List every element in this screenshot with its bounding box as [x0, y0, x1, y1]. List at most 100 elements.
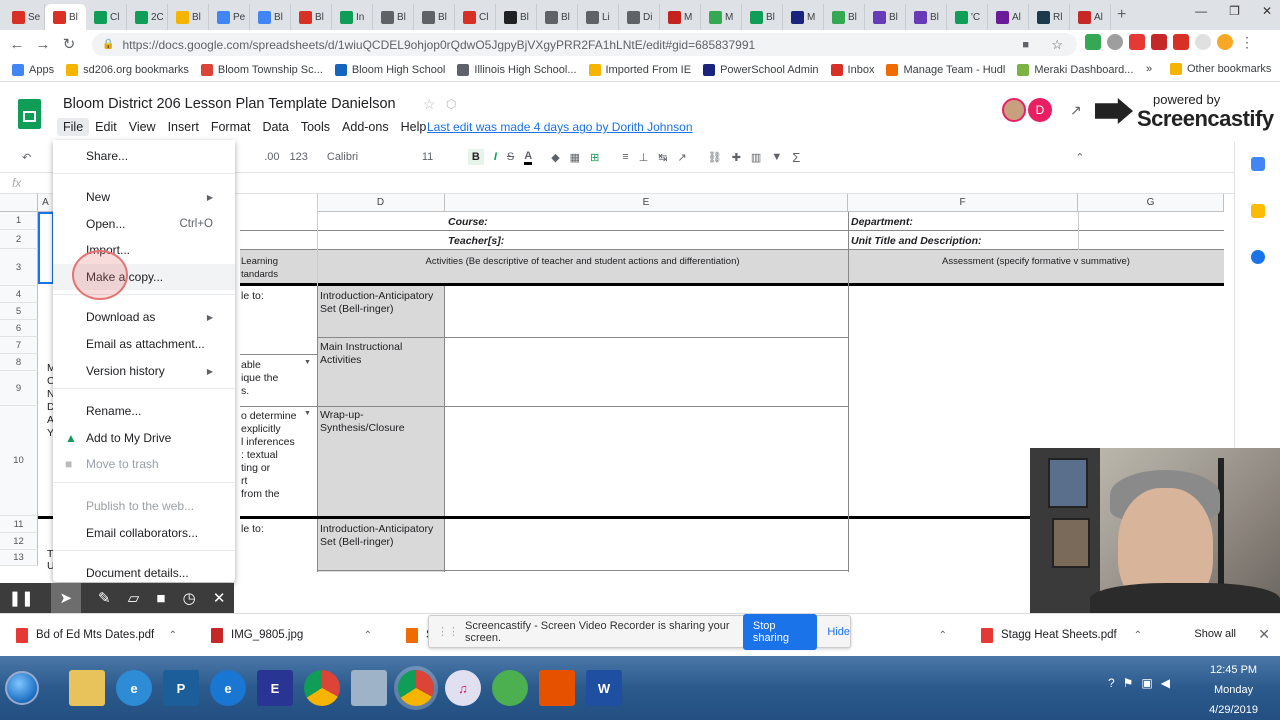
browser-tab[interactable]: Se: [4, 4, 45, 30]
row-header[interactable]: 4: [0, 286, 38, 303]
row-header[interactable]: 8: [0, 354, 38, 371]
browser-tab[interactable]: Bl: [373, 4, 414, 30]
cell-partial[interactable]: from the: [238, 486, 283, 503]
menu-item-new[interactable]: New ▶: [53, 184, 235, 210]
avatar[interactable]: D: [1028, 98, 1052, 122]
cell-intro-1[interactable]: Introduction-Anticipatory Set (Bell-ring…: [317, 288, 445, 318]
cell-partial[interactable]: le to:: [238, 521, 267, 538]
pause-icon[interactable]: ❚❚: [9, 589, 34, 607]
close-window-icon[interactable]: ✕: [1262, 4, 1272, 18]
row-header[interactable]: 1: [0, 212, 38, 230]
browser-tab[interactable]: Bl: [865, 4, 906, 30]
fill-color-icon[interactable]: ◆: [551, 151, 559, 164]
itunes-icon[interactable]: ♫: [445, 670, 481, 706]
cell-department-label[interactable]: Department:: [848, 214, 916, 231]
menu-dots-icon[interactable]: ⋮: [1239, 34, 1255, 50]
system-clock[interactable]: 12:45 PM Monday 4/29/2019: [1209, 660, 1258, 720]
cell-partial[interactable]: s.: [238, 383, 252, 400]
hide-button[interactable]: Hide: [827, 626, 850, 638]
cell-assessment-header[interactable]: Assessment (specify formative v summativ…: [852, 253, 1220, 270]
download-item[interactable]: Stagg Heat Sheets.pdf ⌃: [965, 627, 1160, 643]
show-all-button[interactable]: Show all: [1194, 628, 1236, 640]
browser-tab[interactable]: Bl: [496, 4, 537, 30]
calendar-icon[interactable]: [1251, 157, 1265, 171]
browser-tab[interactable]: Cl: [86, 4, 127, 30]
menu-insert[interactable]: Insert: [162, 118, 205, 136]
edge-icon[interactable]: e: [210, 670, 246, 706]
row-header[interactable]: 12: [0, 533, 38, 550]
row-header[interactable]: 9: [0, 371, 38, 406]
browser-tab[interactable]: Bl: [291, 4, 332, 30]
menu-edit[interactable]: Edit: [89, 118, 123, 136]
more-bookmarks-icon[interactable]: »: [1146, 63, 1152, 75]
row-header[interactable]: 2: [0, 230, 38, 249]
network-icon[interactable]: ▣: [1141, 676, 1152, 690]
strikethrough-button[interactable]: S: [507, 151, 514, 163]
camera-icon[interactable]: ■: [1022, 39, 1029, 51]
row-header[interactable]: 10: [0, 406, 38, 516]
last-edit-link[interactable]: Last edit was made 4 days ago by Dorith …: [427, 120, 693, 134]
bold-button[interactable]: B: [467, 149, 484, 165]
help-icon[interactable]: ?: [1108, 676, 1115, 690]
chrome-active-icon[interactable]: [398, 670, 434, 706]
stop-sharing-button[interactable]: Stop sharing: [742, 613, 818, 650]
browser-tab[interactable]: In: [332, 4, 373, 30]
sheets-logo-icon[interactable]: [18, 99, 41, 129]
menu-item-share[interactable]: Share...: [53, 143, 235, 169]
row-header[interactable]: 7: [0, 337, 38, 354]
collapse-menu-icon[interactable]: ⌃: [1075, 151, 1084, 164]
move-to-folder-icon[interactable]: ⬡: [446, 97, 456, 111]
app-icon[interactable]: E: [257, 670, 293, 706]
menu-item-rename[interactable]: Rename...: [53, 398, 235, 424]
browser-tab[interactable]: Pe: [209, 4, 250, 30]
menu-item-version-history[interactable]: Version history ▶: [53, 358, 235, 384]
extension-icon[interactable]: [1107, 34, 1123, 50]
number-format-button[interactable]: 123: [290, 151, 308, 163]
download-item[interactable]: Bd of Ed Mts Dates.pdf ⌃: [0, 627, 195, 643]
text-color-button[interactable]: A: [524, 150, 533, 165]
menu-file[interactable]: File: [57, 118, 90, 136]
merge-cells-icon[interactable]: ⊞: [590, 151, 599, 164]
column-header-f[interactable]: F: [848, 194, 1078, 212]
activity-trend-icon[interactable]: ↗: [1070, 102, 1082, 119]
browser-tab[interactable]: 'C: [947, 4, 988, 30]
select-all-corner[interactable]: [0, 194, 38, 212]
menu-format[interactable]: Format: [205, 118, 257, 136]
row-header[interactable]: 5: [0, 303, 38, 320]
browser-tab[interactable]: Bl: [250, 4, 291, 30]
menu-item-email-collaborators[interactable]: Email collaborators...: [53, 520, 235, 546]
app-icon[interactable]: [492, 670, 528, 706]
pen-icon[interactable]: ✎: [98, 589, 111, 607]
bookmark-item[interactable]: Apps: [12, 63, 54, 76]
column-header-e[interactable]: E: [445, 194, 848, 212]
timer-icon[interactable]: ◷: [183, 589, 196, 607]
bookmark-item[interactable]: Illinois High School...: [457, 63, 577, 76]
bookmark-star-icon[interactable]: ☆: [1051, 37, 1063, 53]
close-icon[interactable]: ✕: [213, 589, 226, 607]
bookmark-item[interactable]: Manage Team - Hudl: [886, 63, 1005, 76]
tasks-icon[interactable]: [1251, 250, 1265, 264]
browser-tab[interactable]: M: [701, 4, 742, 30]
bookmark-item[interactable]: PowerSchool Admin: [703, 63, 819, 76]
drag-handle-icon[interactable]: ⋮⋮: [437, 625, 459, 638]
align-vertical-icon[interactable]: ⊥: [639, 151, 649, 164]
row-header[interactable]: 6: [0, 320, 38, 337]
flag-icon[interactable]: ⚑: [1123, 676, 1134, 690]
extension-icon[interactable]: [1151, 34, 1167, 50]
decimal-button[interactable]: .00: [264, 151, 279, 163]
text-wrap-icon[interactable]: ↹: [658, 151, 667, 164]
browser-tab[interactable]: Bl: [742, 4, 783, 30]
borders-icon[interactable]: ▦: [570, 151, 580, 164]
filter-icon[interactable]: ▼: [771, 151, 782, 163]
word-icon[interactable]: W: [586, 670, 622, 706]
cell-partial[interactable]: le to:: [238, 288, 267, 305]
menu-item-move-to-trash[interactable]: ■ Move to trash: [53, 451, 235, 477]
link-icon[interactable]: ⛓: [708, 151, 722, 164]
browser-tab[interactable]: Bl: [168, 4, 209, 30]
column-header-d[interactable]: D: [317, 194, 445, 212]
extension-icon[interactable]: [1085, 34, 1101, 50]
start-button[interactable]: [5, 671, 39, 705]
browser-tab[interactable]: Li: [578, 4, 619, 30]
browser-tab[interactable]: M: [660, 4, 701, 30]
app-icon[interactable]: [351, 670, 387, 706]
